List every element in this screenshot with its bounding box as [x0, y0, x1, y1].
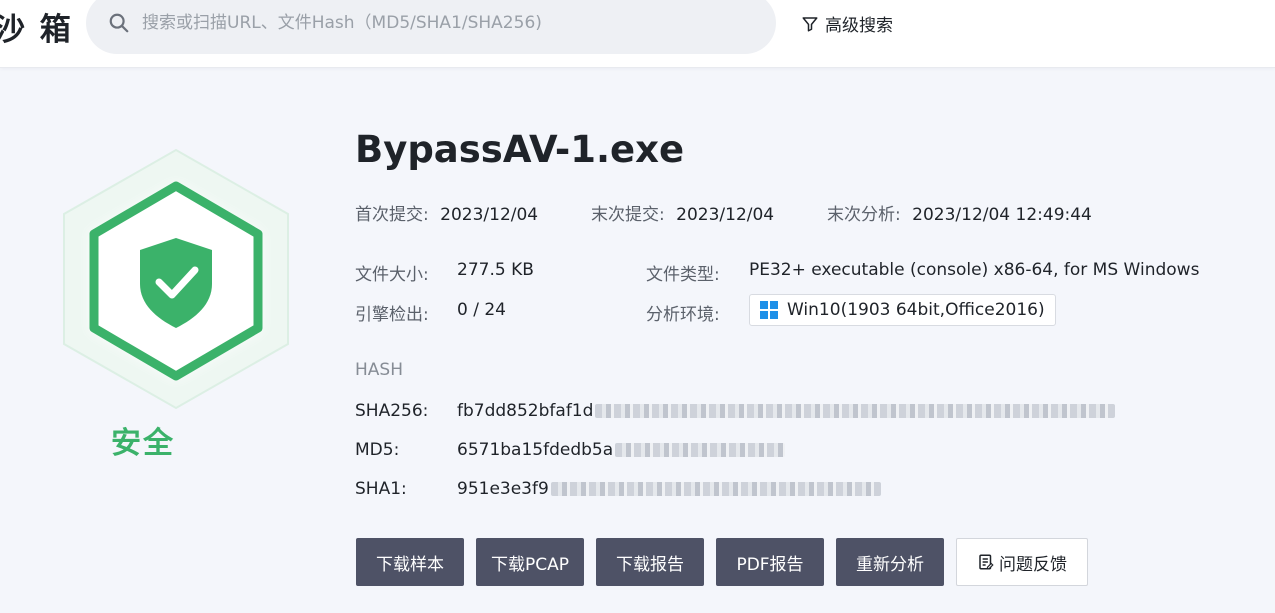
engines-value: 0 / 24 — [457, 300, 506, 320]
file-size-label: 文件大小: — [355, 265, 429, 285]
shield-check-icon — [63, 148, 289, 410]
last-submit: 末次提交: 2023/12/04 — [591, 200, 774, 225]
md5-redaction — [615, 443, 786, 457]
sha256-label: SHA256: — [355, 401, 429, 421]
download-pcap-button[interactable]: 下载PCAP — [476, 538, 584, 586]
search-input[interactable] — [142, 6, 742, 40]
file-name: BypassAV-1.exe — [355, 128, 685, 171]
sha256-value: fb7dd852bfaf1d — [457, 401, 594, 421]
feedback-icon — [979, 554, 994, 570]
last-analysis-value: 2023/12/04 12:49:44 — [912, 205, 1092, 225]
sha1-redaction — [550, 482, 881, 496]
md5-label: MD5: — [355, 440, 400, 460]
engines-label: 引擎检出: — [355, 305, 429, 325]
last-analysis-label: 末次分析: — [827, 205, 901, 225]
search-icon — [109, 13, 129, 33]
sha256-redaction — [595, 404, 1116, 418]
md5-value: 6571ba15fdedb5a — [457, 440, 614, 460]
filter-icon — [802, 16, 818, 31]
verdict-badge — [56, 144, 296, 414]
env-row: 分析环境: — [646, 300, 720, 325]
reanalyze-button[interactable]: 重新分析 — [836, 538, 944, 586]
pdf-report-button[interactable]: PDF报告 — [716, 538, 824, 586]
file-type-label: 文件类型: — [646, 265, 720, 285]
hash-heading: HASH — [355, 360, 403, 380]
feedback-button[interactable]: 问题反馈 — [956, 538, 1088, 586]
advanced-search-button[interactable]: 高级搜索 — [801, 11, 893, 36]
file-type-row: 文件类型: — [646, 260, 720, 285]
file-size-value: 277.5 KB — [457, 260, 534, 280]
brand-logo-text[interactable]: 沙 箱 — [0, 4, 73, 49]
sha256-row[interactable]: fb7dd852bfaf1d — [457, 401, 1116, 421]
first-submit-value: 2023/12/04 — [440, 205, 539, 225]
sha1-label: SHA1: — [355, 479, 407, 499]
last-analysis: 末次分析: 2023/12/04 12:49:44 — [827, 200, 1092, 225]
download-report-button[interactable]: 下载报告 — [596, 538, 704, 586]
advanced-search-label: 高级搜索 — [825, 16, 893, 36]
top-bar: 沙 箱 高级搜索 — [0, 0, 1275, 68]
env-label: 分析环境: — [646, 305, 720, 325]
engines-row: 引擎检出: — [355, 300, 429, 325]
first-submit: 首次提交: 2023/12/04 — [355, 200, 538, 225]
first-submit-label: 首次提交: — [355, 205, 429, 225]
windows-icon — [760, 301, 778, 319]
download-sample-button[interactable]: 下载样本 — [356, 538, 464, 586]
feedback-label: 问题反馈 — [999, 554, 1067, 575]
last-submit-value: 2023/12/04 — [676, 205, 775, 225]
sha1-row[interactable]: 951e3e3f9 — [457, 479, 881, 499]
file-size-row: 文件大小: — [355, 260, 429, 285]
last-submit-label: 末次提交: — [591, 205, 665, 225]
env-value: Win10(1903 64bit,Office2016) — [787, 300, 1045, 320]
env-tag[interactable]: Win10(1903 64bit,Office2016) — [749, 294, 1056, 326]
search-box[interactable] — [86, 0, 776, 54]
file-type-value: PE32+ executable (console) x86-64, for M… — [749, 260, 1200, 280]
verdict-label: 安全 — [111, 426, 175, 461]
md5-row[interactable]: 6571ba15fdedb5a — [457, 440, 786, 460]
sha1-value: 951e3e3f9 — [457, 479, 549, 499]
